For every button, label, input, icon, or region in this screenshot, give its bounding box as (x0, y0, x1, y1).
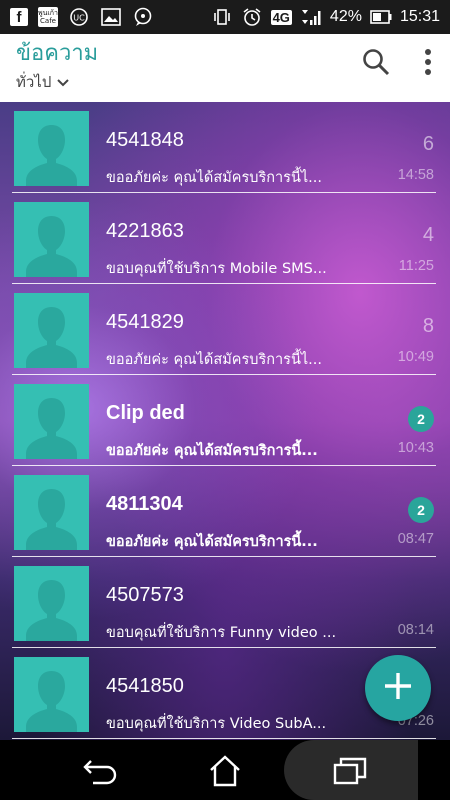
conversation-row[interactable]: 4811304 ขออภัยค่ะ คุณได้สมัครบริการนี้...… (12, 466, 436, 557)
message-time: 14:58 (397, 167, 434, 183)
unread-badge: 2 (408, 497, 434, 523)
message-time: 10:43 (397, 440, 434, 456)
conversation-row[interactable]: 4221863 ขอบคุณที่ใช้บริการ Mobile SMS... 4… (12, 193, 436, 284)
contact-name: 4221863 (106, 220, 184, 242)
network-type: 4G (270, 9, 292, 25)
message-preview: ขอบคุณที่ใช้บริการ Video SubA... (106, 716, 327, 732)
contact-silhouette-icon (26, 489, 77, 550)
status-bar: f พูนเก้า Cafe UC 4G 42% 15:31 (0, 0, 450, 34)
recents-icon[interactable] (328, 754, 372, 788)
chevron-down-icon (57, 73, 70, 91)
contact-silhouette-icon (26, 671, 77, 732)
gallery-icon (100, 7, 122, 27)
filter-label: ทั่วไป (16, 73, 52, 91)
message-count: 8 (422, 315, 434, 337)
contact-silhouette-icon (26, 307, 77, 368)
message-time: 11:25 (398, 258, 434, 274)
message-preview: ขออภัยค่ะ คุณได้สมัครบริการนี้... (106, 534, 318, 550)
more-vert-icon[interactable] (424, 48, 432, 80)
cafe-icon: พูนเก้า Cafe (38, 7, 58, 27)
contact-name: 4541848 (106, 129, 184, 151)
svg-text:UC: UC (73, 14, 85, 23)
contact-silhouette-icon (26, 216, 77, 277)
avatar (14, 111, 89, 186)
status-time: 15:31 (399, 8, 440, 25)
back-icon[interactable] (78, 754, 122, 788)
conversation-row[interactable]: 4507573 ขอบคุณที่ใช้บริการ Funny video ..… (12, 557, 436, 648)
chat-icon (132, 7, 154, 27)
alarm-icon (241, 7, 263, 27)
contact-name: 4541850 (106, 675, 184, 697)
plus-icon (383, 671, 413, 705)
message-preview: ขออภัยค่ะ คุณได้สมัครบริการนี้ไ... (106, 170, 322, 186)
message-preview: ขออภัยค่ะ คุณได้สมัครบริการนี้... (106, 443, 318, 459)
search-icon[interactable] (362, 48, 390, 80)
conversation-list: 4541848 ขออภัยค่ะ คุณได้สมัครบริการนี้ไ..… (0, 102, 450, 740)
avatar (14, 202, 89, 277)
unread-badge: 2 (408, 406, 434, 432)
contact-silhouette-icon (26, 398, 77, 459)
message-time: 08:47 (397, 531, 434, 547)
message-time: 08:14 (397, 622, 434, 638)
contact-name: Clip ded (106, 402, 185, 424)
message-count: 4 (422, 224, 434, 246)
signal-icon (300, 7, 322, 27)
avatar (14, 384, 89, 459)
avatar (14, 566, 89, 641)
avatar (14, 293, 89, 368)
new-message-button[interactable] (365, 655, 431, 721)
avatar (14, 657, 89, 732)
message-count: 6 (422, 133, 434, 155)
home-icon[interactable] (203, 754, 247, 788)
contact-silhouette-icon (26, 125, 77, 186)
uc-browser-icon: UC (68, 7, 90, 27)
navigation-bar (0, 740, 450, 800)
battery-icon (370, 7, 392, 27)
contact-silhouette-icon (26, 580, 77, 641)
message-preview: ขออภัยค่ะ คุณได้สมัครบริการนี้ไ... (106, 352, 322, 368)
conversation-row[interactable]: Clip ded ขออภัยค่ะ คุณได้สมัครบริการนี้..… (12, 375, 436, 466)
message-preview: ขอบคุณที่ใช้บริการ Funny video ... (106, 625, 337, 641)
avatar (14, 475, 89, 550)
facebook-icon: f (10, 8, 28, 26)
conversation-row[interactable]: 4541829 ขออภัยค่ะ คุณได้สมัครบริการนี้ไ..… (12, 284, 436, 375)
contact-name: 4541829 (106, 311, 184, 333)
message-preview: ขอบคุณที่ใช้บริการ Mobile SMS... (106, 261, 327, 277)
app-bar: ข้อความ ทั่วไป (0, 34, 450, 102)
contact-name: 4507573 (106, 584, 184, 606)
battery-percent: 42% (329, 8, 362, 25)
conversation-row[interactable]: 4541848 ขออภัยค่ะ คุณได้สมัครบริการนี้ไ..… (12, 102, 436, 193)
contact-name: 4811304 (106, 493, 183, 515)
message-time: 10:49 (397, 349, 434, 365)
vibrate-icon (211, 7, 233, 27)
